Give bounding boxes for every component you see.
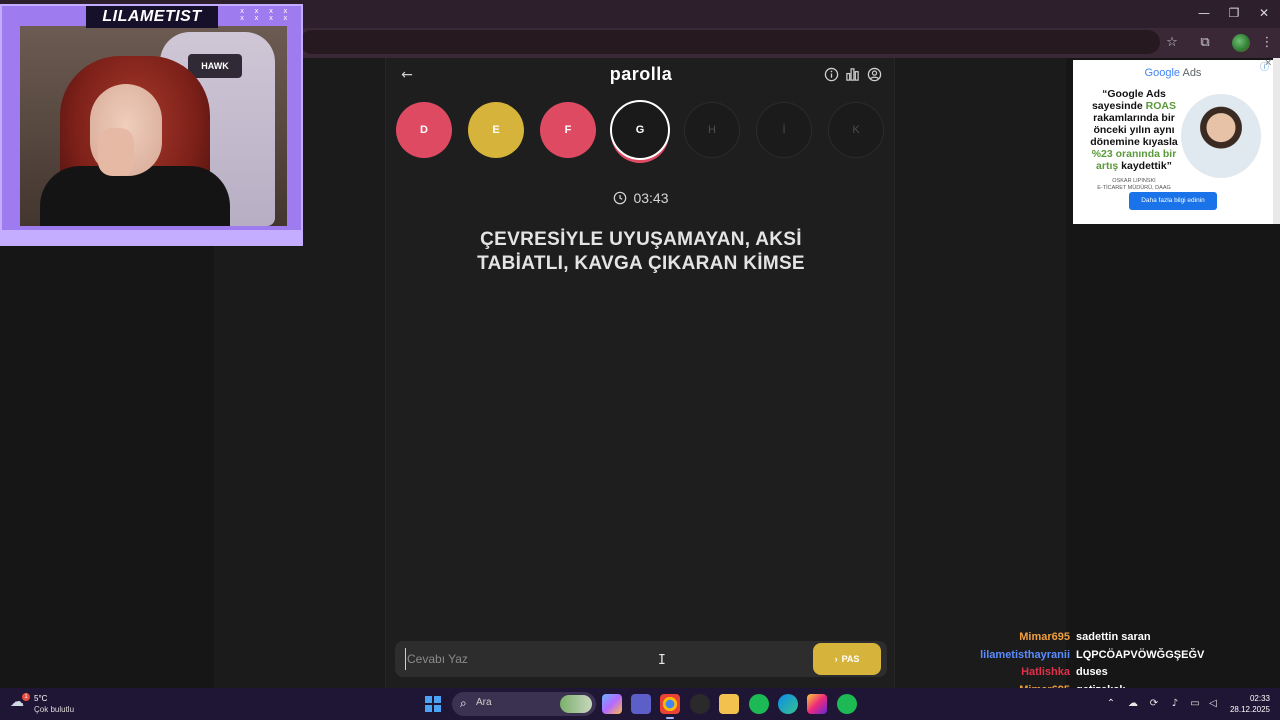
info-icon[interactable]: [824, 67, 839, 82]
clock-icon: [614, 191, 627, 205]
app-logo: parolla: [609, 64, 673, 84]
chevron-up-icon[interactable]: ⌃: [1104, 697, 1118, 711]
letter-h[interactable]: H: [684, 102, 740, 158]
google-ads-banner[interactable]: Google Ads ⓘ “Google Ads sayesinde ROAS …: [1073, 60, 1273, 224]
letter-d[interactable]: D: [396, 102, 452, 158]
clock-date: 28.12.2025: [1229, 705, 1270, 714]
chat-message: duses: [1076, 666, 1108, 678]
taskbar-search[interactable]: ⌕ Ara: [452, 692, 596, 716]
instagram-icon[interactable]: [807, 694, 827, 714]
sync-icon[interactable]: ⟳: [1147, 697, 1161, 711]
ad-person-photo: [1181, 94, 1261, 178]
more-vert-icon[interactable]: ⋮: [1258, 34, 1276, 52]
file-explorer-icon[interactable]: [719, 694, 739, 714]
letter-e[interactable]: E: [468, 102, 524, 158]
chat-message: sadettin saran: [1076, 631, 1151, 643]
spotify-icon[interactable]: [749, 694, 769, 714]
parolla-app: ← parolla D E F G H İ K 03:43 ÇEVRESİYLE…: [385, 58, 895, 688]
ad-close-icon[interactable]: ✕: [1264, 58, 1274, 72]
puzzle-icon[interactable]: ⧉: [1196, 34, 1214, 52]
streamer-name: LILAMETIST: [86, 6, 218, 28]
notification-badge: 1: [22, 693, 30, 701]
volume-icon[interactable]: ◁: [1206, 697, 1220, 711]
letter-wheel: D E F G H İ K: [396, 100, 886, 162]
spotify-icon[interactable]: [837, 694, 857, 714]
chat-line: Mimar695 sadettin saran: [940, 631, 1270, 649]
profile-avatar[interactable]: [1232, 34, 1250, 52]
search-placeholder: Ara: [476, 697, 492, 708]
windows-taskbar: ☁ 1 5°C Çok bulutlu ⌕ Ara ⌃ ☁ ⟳ ♪ ▭ ◁ 02…: [0, 688, 1280, 720]
microphone-icon[interactable]: ♪: [1168, 697, 1182, 711]
webcam-video: HAWK: [20, 26, 287, 226]
chat-message: LQPCÖAPVÖWĞGŞEĞV: [1076, 648, 1205, 661]
letter-g-active[interactable]: G: [610, 100, 670, 160]
letter-i[interactable]: İ: [756, 102, 812, 158]
timer-value: 03:43: [633, 190, 669, 206]
chrome-icon[interactable]: [660, 694, 680, 719]
address-bar[interactable]: [300, 30, 1160, 54]
minimize-button[interactable]: —: [1194, 6, 1214, 20]
search-highlight-art: [560, 695, 592, 713]
chevron-right-icon: ›: [834, 654, 838, 664]
chat-username: lilametisthayranii: [980, 648, 1070, 661]
countdown-timer: 03:43: [386, 190, 896, 206]
weather-widget[interactable]: ☁ 1 5°C Çok bulutlu: [10, 692, 100, 718]
weather-desc: Çok bulutlu: [34, 705, 75, 714]
question-text: ÇEVRESİYLE UYUŞAMAYAN, AKSİ TABİATLI, KA…: [477, 229, 805, 274]
ad-signature: OSKAR LIPINSKI E-TİCARET MÜDÜRÜ, DAAG: [1097, 178, 1171, 191]
clock-time: 02:33: [1249, 694, 1270, 703]
decor-marks: x x x xx x x x: [240, 7, 291, 22]
maximize-button[interactable]: ❐: [1224, 6, 1244, 20]
cloud-sync-icon[interactable]: ☁: [1126, 697, 1140, 711]
webcam-frame: HAWK LILAMETIST x x x xx x x x: [0, 4, 303, 246]
ad-quote: “Google Ads sayesinde ROAS rakamlarında …: [1090, 88, 1178, 172]
chat-username: Hatlishka: [1021, 666, 1070, 678]
pass-label: PAS: [841, 654, 860, 664]
edge-icon[interactable]: [778, 694, 798, 714]
letter-f[interactable]: F: [540, 102, 596, 158]
network-icon[interactable]: ▭: [1188, 697, 1202, 711]
app-header: ← parolla: [386, 58, 896, 92]
chat-username: Mimar695: [1019, 631, 1070, 643]
pass-button[interactable]: › PAS: [813, 643, 881, 675]
system-clock[interactable]: 02:33 28.12.2025: [1226, 693, 1270, 715]
streamer-hand: [98, 128, 134, 176]
text-cursor-icon: I: [658, 653, 666, 668]
chat-line: Hatlishka duses: [940, 666, 1270, 684]
answer-input[interactable]: [405, 648, 800, 670]
teams-icon[interactable]: [631, 694, 651, 714]
star-icon[interactable]: ☆: [1163, 34, 1181, 52]
chat-line: lilametisthayranii LQPCÖAPVÖWĞGŞEĞV: [940, 649, 1270, 667]
user-icon[interactable]: [867, 67, 882, 82]
letter-k[interactable]: K: [828, 102, 884, 158]
obs-icon[interactable]: [690, 694, 710, 714]
windows-start-icon[interactable]: [425, 696, 441, 712]
search-icon: ⌕: [460, 696, 467, 710]
close-window-button[interactable]: ✕: [1254, 6, 1274, 20]
ad-scrollbar[interactable]: [1273, 58, 1280, 224]
chair-logo: HAWK: [188, 54, 242, 78]
stats-icon[interactable]: [845, 67, 860, 82]
webcam-bottom-border: [2, 230, 301, 244]
ad-cta-button[interactable]: Daha fazla bilgi edinin: [1129, 192, 1217, 210]
ad-brand: Google Ads: [1144, 67, 1202, 79]
copilot-icon[interactable]: [602, 694, 622, 714]
weather-temp: 5°C: [34, 694, 48, 703]
answer-bar: › PAS: [395, 641, 887, 677]
